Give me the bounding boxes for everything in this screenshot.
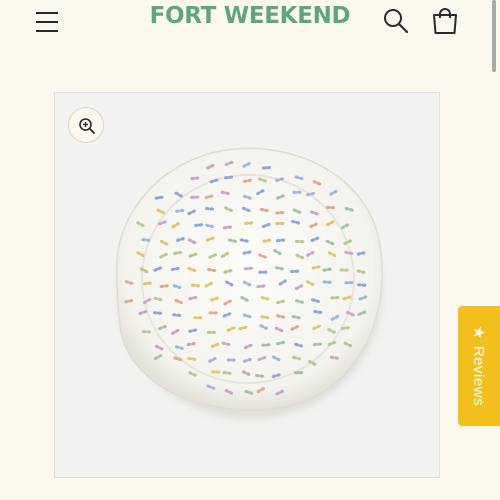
page-scrollbar[interactable] (492, 0, 496, 72)
site-logo[interactable]: FORT WEEKEND (0, 3, 500, 29)
site-header: FORT WEEKEND (0, 0, 500, 44)
reviews-tab[interactable]: ★ Reviews (458, 306, 500, 426)
shopping-bag-icon[interactable] (430, 6, 460, 36)
reviews-label: Reviews (470, 345, 487, 407)
search-icon[interactable] (382, 7, 410, 35)
product-image[interactable] (54, 92, 440, 478)
zoom-in-icon[interactable] (68, 107, 104, 143)
star-icon: ★ (470, 325, 487, 340)
